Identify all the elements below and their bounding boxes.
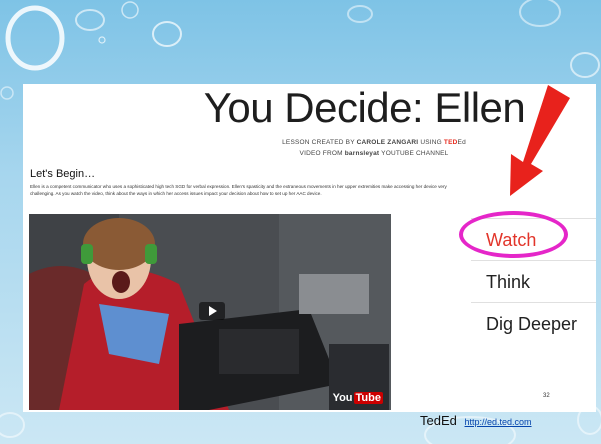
lesson-description: Ellen is a competent communicator who us… bbox=[30, 184, 447, 197]
presentation-slide: You Decide: Ellen LESSON CREATED BY CARO… bbox=[0, 0, 601, 444]
slide-footer: TedEd http://ed.ted.com bbox=[420, 413, 532, 428]
footer-label: TedEd bbox=[420, 413, 457, 428]
section-heading: Let's Begin… bbox=[30, 168, 96, 180]
menu-item-dig-deeper[interactable]: Dig Deeper bbox=[471, 302, 596, 344]
slide-page-number: 32 bbox=[543, 393, 550, 399]
play-button[interactable] bbox=[199, 302, 225, 320]
footer-link[interactable]: http://ed.ted.com bbox=[465, 417, 532, 427]
highlight-circle bbox=[459, 211, 568, 258]
menu-item-think[interactable]: Think bbox=[471, 260, 596, 302]
video-player[interactable]: You Tube bbox=[29, 214, 391, 410]
youtube-logo: You Tube bbox=[332, 392, 383, 404]
lesson-credit: LESSON CREATED BY CAROLE ZANGARI USING T… bbox=[282, 139, 466, 157]
channel-name: barnsleyat bbox=[344, 150, 380, 157]
author-name: CAROLE ZANGARI bbox=[356, 139, 419, 146]
red-arrow-icon bbox=[510, 85, 570, 196]
ted-logo: TED bbox=[443, 139, 458, 146]
